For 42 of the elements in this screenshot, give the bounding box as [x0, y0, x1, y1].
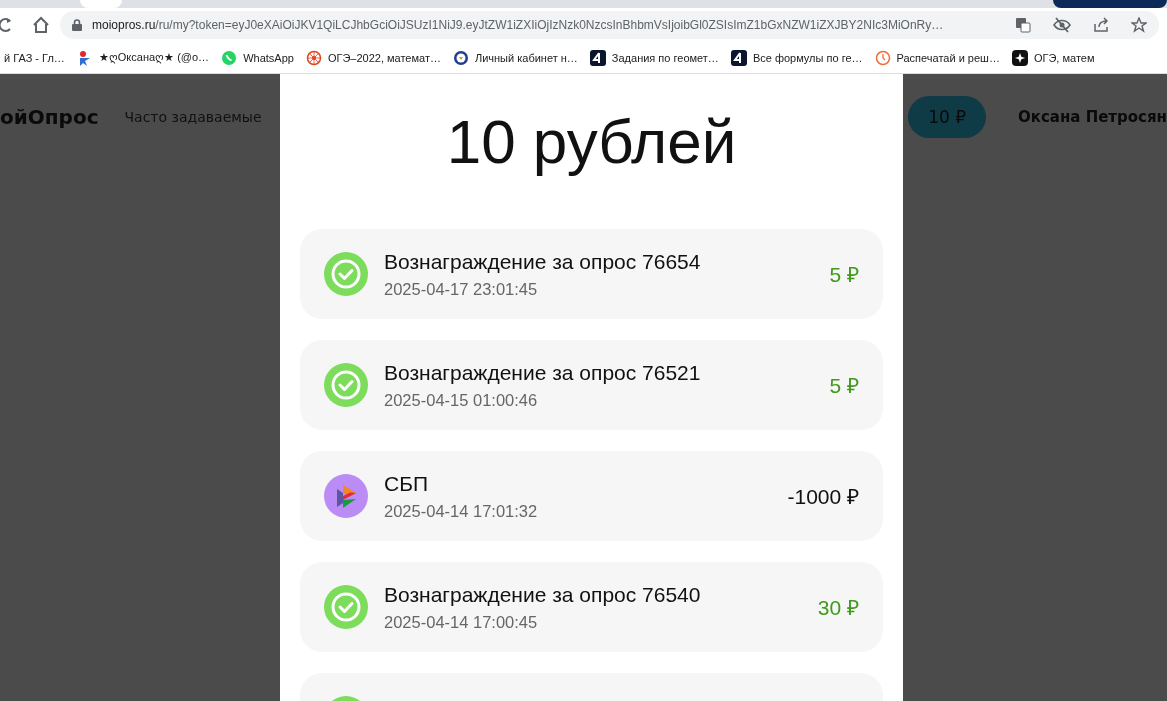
bookmark[interactable]: ОГЭ, матем: [1007, 49, 1099, 66]
bookmark[interactable]: ОГЭ–2022, математ…: [301, 49, 445, 66]
star-icon[interactable]: [1131, 17, 1147, 33]
transaction-amount: 30 ₽: [817, 595, 859, 621]
transaction-amount: 5 ₽: [829, 262, 859, 288]
emblem-icon: [452, 49, 469, 66]
transaction-amount: 5 ₽: [829, 373, 859, 399]
number-icon: [730, 49, 747, 66]
number-icon: [589, 49, 606, 66]
clock-icon: [874, 49, 891, 66]
chat-icon: [221, 49, 238, 66]
bookmark[interactable]: WhatsApp: [217, 49, 298, 66]
bookmark[interactable]: Личный кабинет н…: [448, 49, 582, 66]
transaction-title: Вознаграждение за опрос 76540: [384, 582, 702, 607]
lock-icon: [72, 19, 82, 31]
transaction-date: 2025-04-14 17:01:32: [384, 501, 539, 521]
eye-off-icon[interactable]: [1053, 17, 1071, 33]
bookmark[interactable]: ★ღОксанаღ★ (@о…: [72, 49, 214, 66]
transaction-date: 2025-04-14 17:00:45: [384, 612, 539, 632]
profile-button[interactable]: [1053, 0, 1167, 8]
payment-logo-icon: [324, 474, 368, 518]
home-icon[interactable]: [32, 16, 50, 34]
transaction-date: 2025-04-15 01:00:46: [384, 390, 539, 410]
check-icon: [324, 363, 368, 407]
bookmark[interactable]: й ГАЗ - Гл…: [0, 51, 69, 64]
share-icon[interactable]: [1093, 17, 1109, 33]
reload-icon[interactable]: [0, 16, 12, 34]
sparkle-icon: [1011, 49, 1028, 66]
translate-icon[interactable]: [1015, 17, 1031, 33]
transaction-title: Вознаграждение за опрос 76654: [384, 249, 702, 274]
address-bar[interactable]: moiopros.ru/ru/my?token=eyJ0eXAiOiJKV1QiLCJhbGciOiJSUzI1NiJ9.eyJtZW1iZXIiOjIzNzk0NzcsInBhbmVsIjoibGl0ZSIsImZ1bGxNZW1iZXJBY2NIc3MiOnRy…: [60, 11, 1159, 39]
modal-title: 10 рублей: [446, 106, 737, 177]
transaction-title: Вознаграждение за опрос 76521: [384, 360, 702, 385]
check-icon: [324, 252, 368, 296]
wheel-icon: [305, 49, 322, 66]
bookmark[interactable]: Все формулы по ге…: [726, 49, 867, 66]
bookmark[interactable]: Распечатай и реш…: [870, 49, 1004, 66]
transaction-date: 2025-04-17 23:01:45: [384, 279, 539, 299]
transaction-amount: -1000 ₽: [787, 484, 859, 510]
bookmark[interactable]: Задания по геомет…: [585, 49, 723, 66]
transaction-title: СБП: [384, 471, 430, 496]
check-icon: [324, 585, 368, 629]
